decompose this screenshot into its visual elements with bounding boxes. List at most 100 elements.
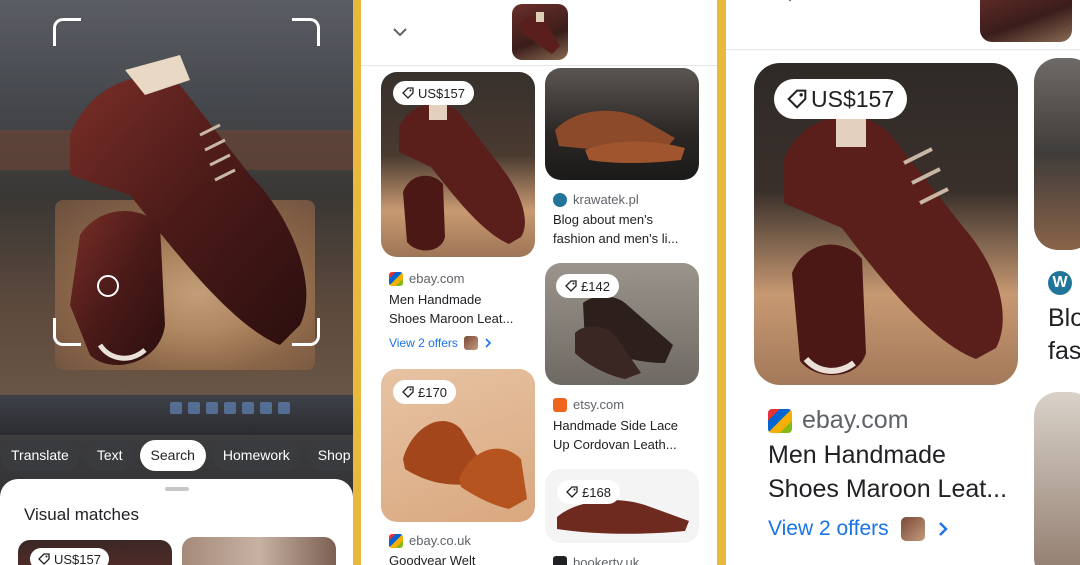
price-text: US$157 (54, 551, 101, 565)
crop-corner-top-left[interactable] (53, 18, 81, 46)
result-image-partial[interactable] (1034, 58, 1080, 250)
result-card[interactable]: £142 etsy.com Handmade Side Lace Up Cord… (545, 263, 699, 463)
tag-icon (402, 386, 414, 398)
ebay-favicon (389, 533, 403, 548)
title-line: Shoes Maroon Leat... (389, 311, 514, 326)
source-name: krawatek.pl (573, 192, 639, 207)
wordpress-favicon: W (1048, 271, 1072, 295)
title-line: Men Handmade (389, 292, 482, 307)
detail-header (726, 0, 1080, 50)
title-line: Up Cordovan Leath... (553, 437, 677, 452)
price-tag: £142 (556, 274, 619, 298)
match-thumbnail[interactable] (182, 537, 336, 565)
price-text: £142 (581, 278, 610, 294)
title-line: Goodyear Welt (389, 553, 476, 565)
monitor-taskbar (170, 402, 330, 416)
chevron-down-icon[interactable] (784, 0, 796, 2)
source-row: bookerty.uk (553, 555, 639, 565)
visual-matches-title: Visual matches (24, 505, 139, 524)
title-line: Handmade Side Lace (553, 418, 679, 433)
price-tag: US$157 (30, 548, 109, 565)
lens-mode-chips: Translate Text Search Homework Shop (0, 440, 353, 472)
offers-text: View 2 offers (389, 336, 458, 350)
result-title[interactable]: Blog about men's fashion and men's li... (553, 210, 678, 248)
title-line: fashion and men's li... (553, 231, 679, 246)
drag-handle[interactable] (165, 487, 189, 491)
source-row: ebay.com (389, 271, 464, 286)
view-offers-link[interactable]: View 2 offers (389, 336, 492, 350)
detail-panel: US$157 ebay.com Men Handmade Shoes Maroo… (726, 0, 1080, 565)
lens-comparison-collage: Translate Text Search Homework Shop Visu… (0, 0, 1080, 565)
result-title[interactable]: Men Handmade Shoes Maroon Leat... (389, 290, 513, 328)
query-image-thumbnail[interactable] (512, 4, 568, 60)
chevron-down-icon[interactable] (393, 25, 407, 39)
result-image[interactable]: £170 (381, 369, 535, 522)
ebay-favicon (389, 271, 403, 286)
chip-translate[interactable]: Translate (0, 440, 80, 471)
result-title-partial[interactable]: Blo fas (1048, 302, 1080, 368)
result-title[interactable]: Handmade Side Lace Up Cordovan Leath... (553, 416, 678, 454)
chip-text[interactable]: Text (85, 440, 134, 471)
result-image-partial[interactable] (1034, 392, 1080, 565)
view-offers-link[interactable]: View 2 offers (768, 517, 949, 541)
source-row: krawatek.pl (553, 192, 639, 207)
results-sheet[interactable]: Visual matches US$157 (0, 479, 353, 565)
result-card[interactable]: krawatek.pl Blog about men's fashion and… (545, 68, 699, 253)
chip-search[interactable]: Search (139, 440, 206, 471)
result-card[interactable]: US$157 ebay.com Men Handmade Shoes Maroo… (381, 72, 535, 362)
title-line: Shoes Maroon Leat... (768, 475, 1008, 503)
tag-icon (38, 553, 50, 565)
chip-shop[interactable]: Shop (306, 440, 353, 471)
ebay-favicon (768, 408, 792, 433)
source-name: bookerty.uk (573, 555, 640, 565)
result-image[interactable]: US$157 (381, 72, 535, 257)
seller-avatar (900, 517, 925, 541)
site-favicon (553, 555, 567, 565)
result-image[interactable]: £168 (545, 469, 699, 543)
results-panel: US$157 ebay.com Men Handmade Shoes Maroo… (361, 0, 717, 565)
chip-homework[interactable]: Homework (211, 440, 301, 471)
tag-icon (402, 87, 414, 99)
chevron-right-icon (485, 338, 492, 348)
chevron-right-icon (938, 522, 948, 536)
focus-point-icon[interactable] (97, 275, 119, 297)
result-title[interactable]: Men Handmade Shoes Maroon Leat... (768, 438, 1007, 506)
result-image[interactable] (545, 68, 699, 180)
source-row: ebay.com (768, 406, 909, 435)
etsy-favicon (553, 397, 567, 412)
title-line: Blog about men's (553, 212, 654, 227)
source-row: ebay.co.uk (389, 533, 471, 548)
crop-corner-top-right[interactable] (292, 18, 320, 46)
tag-icon (787, 89, 807, 109)
result-title[interactable]: Goodyear Welt (389, 551, 475, 565)
camera-panel: Translate Text Search Homework Shop Visu… (0, 0, 353, 565)
seller-avatar (463, 336, 478, 350)
shoe-photo (555, 110, 685, 163)
crop-corner-bottom-right[interactable] (292, 318, 320, 346)
price-text: US$157 (811, 85, 895, 112)
price-text: £170 (418, 384, 447, 400)
tag-icon (565, 280, 577, 292)
price-tag: £170 (393, 380, 456, 404)
price-tag: US$157 (774, 79, 908, 119)
result-card[interactable]: £170 ebay.co.uk Goodyear Welt (381, 369, 535, 565)
tag-icon (566, 486, 578, 498)
match-thumbnail[interactable]: US$157 (18, 540, 172, 565)
wordpress-favicon (553, 192, 567, 207)
title-line: Blo (1048, 304, 1080, 332)
title-line: Men Handmade (768, 441, 946, 469)
price-text: £168 (582, 484, 611, 500)
price-text: US$157 (418, 85, 465, 101)
result-card[interactable]: £168 bookerty.uk (545, 469, 699, 565)
source-row: etsy.com (553, 397, 624, 412)
offers-text: View 2 offers (768, 517, 889, 540)
source-name: etsy.com (573, 397, 625, 412)
source-name: ebay.com (802, 406, 909, 434)
price-tag: £168 (557, 480, 620, 504)
query-image-thumbnail[interactable] (980, 0, 1072, 42)
shoe-photo (520, 12, 560, 54)
results-header (361, 0, 717, 66)
crop-corner-bottom-left[interactable] (53, 318, 81, 346)
price-tag: US$157 (393, 81, 474, 105)
result-image[interactable]: £142 (545, 263, 699, 385)
